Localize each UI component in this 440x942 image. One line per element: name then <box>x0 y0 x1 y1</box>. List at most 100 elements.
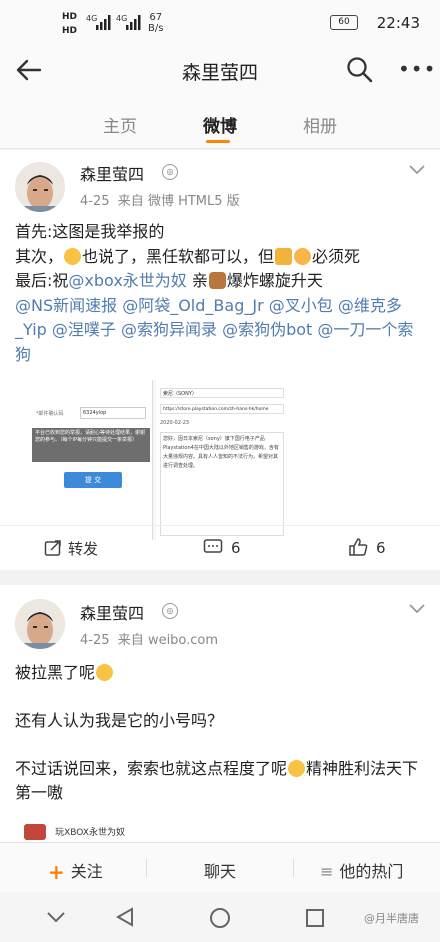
status-left: HD HD <box>62 12 77 36</box>
post-meta: 4-25 来自 微博 HTML5 版 <box>80 190 240 209</box>
clock: 22:43 <box>376 14 420 32</box>
post-line: 首先:这图是我举报的 <box>15 222 165 241</box>
text-fragment: 最后:祝 <box>15 271 69 290</box>
image-right-date: 2020-02-23 <box>160 420 190 426</box>
image-submit-button: 提 交 <box>64 472 122 488</box>
post-date: 4-25 <box>80 633 110 648</box>
emoji-cat-icon <box>294 247 312 265</box>
hd-badge-2: HD <box>62 26 78 36</box>
emoji-hand-icon <box>64 247 82 265</box>
mention-links[interactable]: @NS新闻速报 @阿袋_Old_Bag_Jr @叉小包 @维克多_Yip @涅噗… <box>15 294 427 368</box>
repost-button[interactable]: 转发 <box>44 538 98 559</box>
post-card: 森里萤四 ◎ 4-25 来自 微博 HTML5 版 首先:这图是我举报的 其次，… <box>0 150 440 570</box>
recents-square-icon[interactable] <box>304 907 326 929</box>
follow-label: 关注 <box>70 862 103 881</box>
tab-album[interactable]: 相册 <box>303 112 337 137</box>
divider <box>293 859 294 877</box>
plus-icon: + <box>48 860 65 884</box>
post-body: 被拉黑了呢 还有人认为我是它的小号吗？ 不过话说回来，索索也就这点程度了呢 精神胜… <box>15 661 427 805</box>
post-body: 首先:这图是我举报的 其次， 也说了，黑任软都可以，但 必须死 最后:祝@xbox永… <box>15 220 427 367</box>
chevron-down-icon[interactable] <box>408 164 426 180</box>
post-line: 不过话说回来，索索也就这点程度了呢 精神胜利法天下第一嗷 <box>15 757 427 805</box>
chevron-down-icon[interactable] <box>408 603 426 619</box>
hot-button[interactable]: ≡ 他的热门 <box>320 858 403 882</box>
chat-button[interactable]: 聊天 <box>204 858 236 882</box>
text-fragment: 必须死 <box>312 246 361 266</box>
post-actions: 转发 6 6 <box>0 525 440 572</box>
post-source: weibo.com <box>147 633 219 648</box>
list-icon: ≡ <box>320 862 334 881</box>
image-field-label: *邮件确认码 <box>36 411 64 417</box>
avatar[interactable] <box>15 599 65 649</box>
text-fragment: 也说了，黑任软都可以，但 <box>82 246 275 266</box>
post-date: 4-25 <box>80 194 110 209</box>
emoji-horse-icon <box>208 272 226 289</box>
hot-label: 他的热门 <box>339 862 404 881</box>
source-prefix: 来自 <box>117 194 144 209</box>
page-title: 森里萤四 <box>181 62 258 84</box>
post-meta: 4-25 来自 weibo.com <box>80 629 218 648</box>
quoted-post-preview[interactable]: 玩XBOX永世为奴 <box>24 821 125 843</box>
tab-home[interactable]: 主页 <box>103 112 137 137</box>
tab-weibo[interactable]: 微博 <box>203 112 237 137</box>
post-line: 还有人认为我是它的小号吗？ <box>15 711 224 730</box>
top-nav: 森里萤四 ••• <box>0 44 440 96</box>
image-notice: 平台已收到您的举报，请耐心等待处理结果，谢谢您的参与。（每个IP每分钟只能提交一… <box>32 428 150 462</box>
status-bar: HD HD 4G 4G 67 B/s 60 22:43 <box>0 0 440 44</box>
bottom-action-bar: + 关注 聊天 ≡ 他的热门 <box>0 842 440 893</box>
image-right-url: https://store.playstation.com/zh-hans-hk… <box>160 404 284 414</box>
signal-icon-1 <box>96 15 111 30</box>
text-fragment: 被拉黑了呢 <box>15 663 96 682</box>
search-icon[interactable] <box>346 56 374 84</box>
member-badge-icon: ◎ <box>162 603 178 619</box>
emoji-smile-icon <box>96 664 114 681</box>
repost-icon <box>44 540 61 556</box>
comment-icon <box>203 539 223 553</box>
text-fragment: 爆炸螺旋升天 <box>226 271 323 290</box>
profile-tabs: 主页 微博 相册 <box>0 96 440 149</box>
net-speed: 67 B/s <box>148 12 164 34</box>
follow-button[interactable]: + 关注 <box>48 858 103 884</box>
watermark: @月半唐唐 <box>364 912 419 925</box>
post-line: 其次， 也说了，黑任软都可以，但 必须死 <box>15 245 427 270</box>
post-line: 最后:祝@xbox永世为奴 亲爆炸螺旋升天 <box>15 269 427 294</box>
quoted-avatar <box>24 823 46 840</box>
author-name[interactable]: 森里萤四 <box>80 600 144 624</box>
text-fragment: 亲 <box>186 271 208 290</box>
comment-button[interactable]: 6 <box>203 538 241 557</box>
comment-count: 6 <box>231 539 241 557</box>
member-badge-icon: ◎ <box>162 164 178 180</box>
image-left-pane: *邮件确认码 6324yiop 平台已收到您的举报，请耐心等待处理结果，谢谢您的… <box>32 380 153 540</box>
like-count: 6 <box>376 539 386 557</box>
mention-link[interactable]: @xbox永世为奴 <box>68 271 186 290</box>
image-right-name: 索尼（SONY） <box>160 388 284 398</box>
home-circle-icon[interactable] <box>208 906 232 930</box>
text-fragment: 其次， <box>15 246 64 266</box>
like-button[interactable]: 6 <box>348 538 386 557</box>
source-prefix: 来自 <box>117 633 144 648</box>
image-field-value: 6324yiop <box>80 407 146 419</box>
tab-indicator <box>206 140 230 143</box>
thumbs-up-icon <box>349 538 368 556</box>
emoji-grin-icon <box>288 760 306 777</box>
text-fragment: 不过话说回来，索索也就这点程度了呢 <box>15 759 288 778</box>
post-image[interactable]: *邮件确认码 6324yiop 平台已收到您的举报，请耐心等待处理结果，谢谢您的… <box>32 380 288 540</box>
back-triangle-icon[interactable] <box>114 906 136 928</box>
post-source: 微博 HTML5 版 <box>147 194 240 209</box>
battery-icon: 60 <box>330 15 358 30</box>
quoted-user[interactable]: 玩XBOX永世为奴 <box>55 828 125 838</box>
emoji-lock-icon <box>275 247 293 265</box>
image-right-body: 您好，因日本索尼（sony）旗下国行电子产品Playstation4在中国大陆以… <box>160 432 284 536</box>
more-icon[interactable]: ••• <box>398 59 436 79</box>
signal-icon-2 <box>126 15 141 30</box>
repost-label: 转发 <box>68 540 99 558</box>
divider <box>146 859 147 877</box>
hd-badge-1: HD <box>62 12 78 22</box>
author-name[interactable]: 森里萤四 <box>80 161 144 185</box>
post-line: 被拉黑了呢 <box>15 661 427 685</box>
system-nav-bar: @月半唐唐 <box>0 892 440 942</box>
post-card: 森里萤四 ◎ 4-25 来自 weibo.com 被拉黑了呢 还有人认为我是它的… <box>0 585 440 845</box>
avatar[interactable] <box>15 162 65 212</box>
chevron-down-icon[interactable] <box>46 910 66 924</box>
image-right-pane: 索尼（SONY） https://store.playstation.com/z… <box>156 380 288 540</box>
